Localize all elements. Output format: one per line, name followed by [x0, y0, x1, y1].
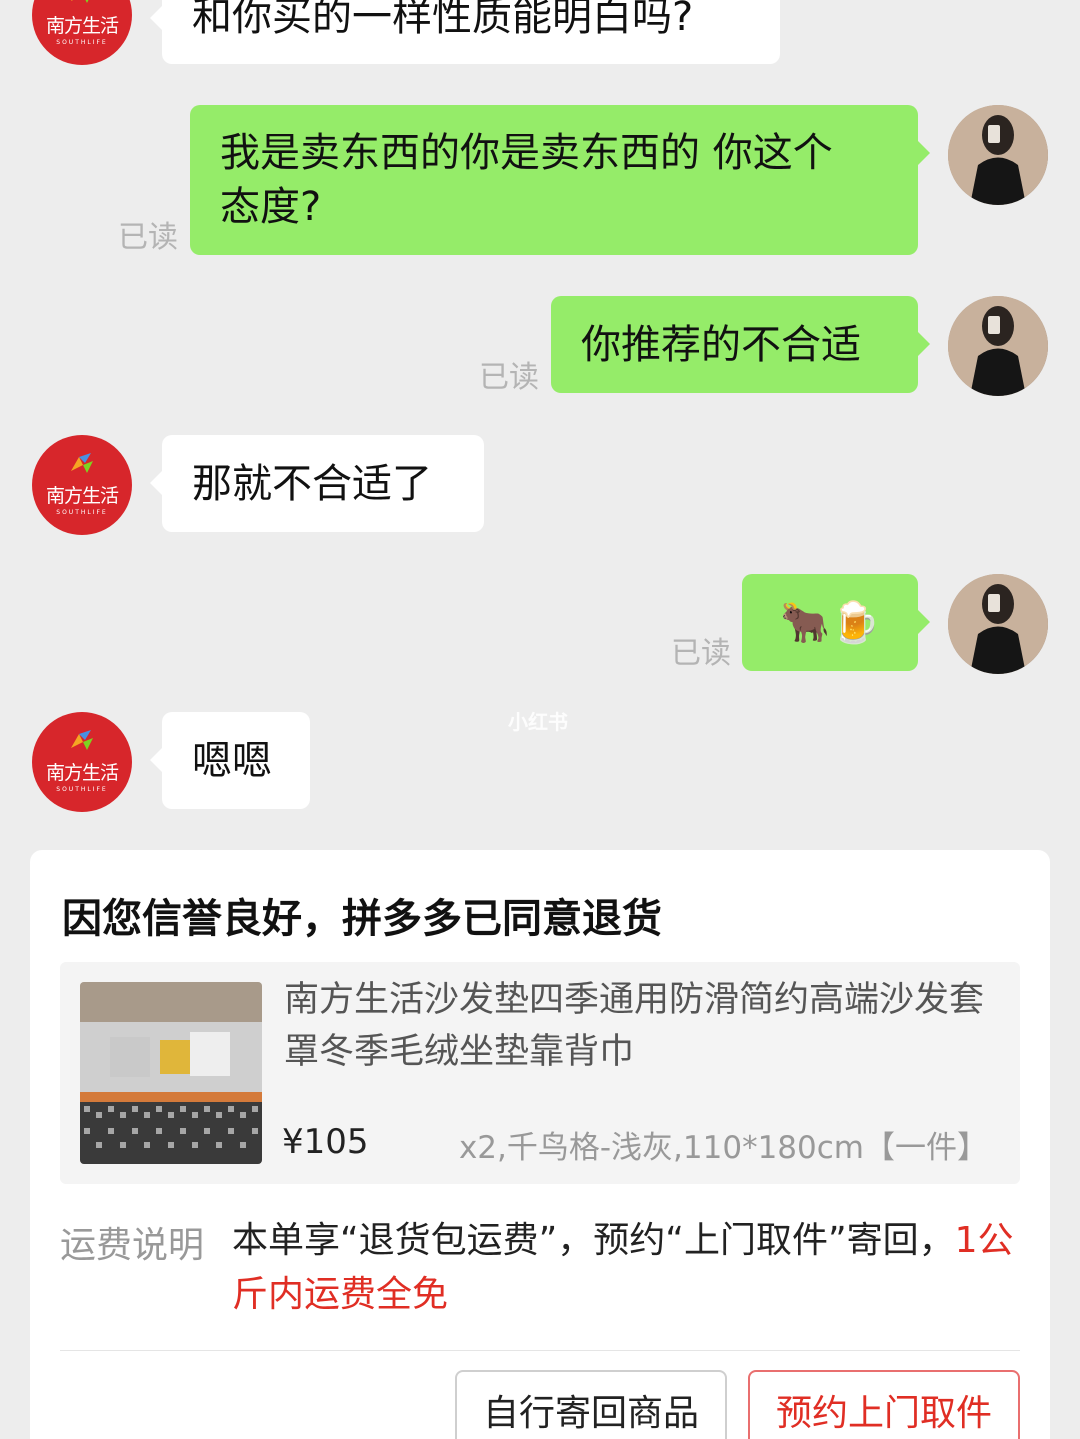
- schedule-pickup-button[interactable]: 预约上门取件: [748, 1370, 1020, 1439]
- read-receipt: 已读: [671, 636, 731, 671]
- message-bubble-incoming[interactable]: 和你买的一样性质能明白吗?: [150, 0, 780, 64]
- user-photo-icon: [948, 296, 1048, 396]
- bird-logo-icon: [71, 0, 89, 3]
- shop-logo-subtext: SOUTHLIFE: [56, 38, 108, 46]
- message-bubble-incoming[interactable]: 嗯嗯: [150, 712, 310, 809]
- shop-logo-subtext: SOUTHLIFE: [56, 508, 108, 516]
- shipping-label: 运费说明: [60, 1225, 205, 1266]
- bird-logo-icon: [71, 452, 93, 473]
- bird-logo-icon: [71, 729, 93, 750]
- read-receipt: 已读: [479, 360, 539, 395]
- refund-approval-card: 因您信誉良好，拼多多已同意退货 南方生活沙发垫四季通用防滑简约高端沙发套罩冬季毛…: [30, 850, 1050, 1439]
- user-avatar[interactable]: [948, 296, 1048, 396]
- message-text: 你推荐的不合适: [581, 321, 861, 368]
- product-row[interactable]: 南方生活沙发垫四季通用防滑简约高端沙发套罩冬季毛绒坐垫靠背巾 ¥105 x2,千…: [60, 962, 1020, 1184]
- user-avatar[interactable]: [948, 105, 1048, 205]
- shop-avatar[interactable]: 南方生活 SOUTHLIFE: [32, 435, 132, 535]
- shop-logo-text: 南方生活: [45, 14, 119, 37]
- message-bubble-incoming[interactable]: 那就不合适了: [150, 435, 484, 532]
- product-price: ¥105: [282, 1122, 369, 1162]
- shop-avatar[interactable]: 南方生活 SOUTHLIFE: [32, 0, 132, 65]
- message-text-line2: 态度?: [220, 184, 322, 230]
- product-spec: x2,千鸟格-浅灰,110*180cm【一件】: [458, 1130, 988, 1166]
- message-bubble-outgoing[interactable]: 我是卖东西的你是卖东西的 你这个 态度?: [190, 105, 930, 255]
- shop-avatar[interactable]: 南方生活 SOUTHLIFE: [32, 712, 132, 812]
- card-title: 因您信誉良好，拼多多已同意退货: [62, 896, 662, 942]
- self-return-button[interactable]: 自行寄回商品: [455, 1370, 727, 1439]
- message-text: 和你买的一样性质能明白吗?: [192, 0, 694, 40]
- message-text: 嗯嗯: [192, 737, 272, 784]
- divider: [60, 1350, 1020, 1351]
- message-bubble-outgoing[interactable]: 🐂🍺: [742, 574, 930, 671]
- product-image: [80, 982, 262, 1164]
- product-name: 南方生活沙发垫四季通用防滑简约高端沙发套罩冬季毛绒坐垫靠背巾: [284, 980, 985, 1072]
- shipping-text: 本单享“退货包运费”，预约“上门取件”寄回，: [232, 1220, 955, 1261]
- shipping-description: 本单享“退货包运费”，预约“上门取件”寄回，1公斤内运费全免: [232, 1214, 1032, 1322]
- message-text: 那就不合适了: [192, 460, 432, 507]
- shop-logo-subtext: SOUTHLIFE: [56, 785, 108, 793]
- user-avatar[interactable]: [948, 574, 1048, 674]
- user-photo-icon: [948, 105, 1048, 205]
- emoji-message: 🐂🍺: [780, 599, 880, 646]
- message-bubble-outgoing[interactable]: 你推荐的不合适: [551, 296, 930, 393]
- user-photo-icon: [948, 574, 1048, 674]
- shop-logo-text: 南方生活: [45, 761, 119, 784]
- watermark: 小红书: [508, 710, 568, 734]
- message-text-line1: 我是卖东西的你是卖东西的 你这个: [220, 130, 833, 176]
- read-receipt: 已读: [118, 220, 178, 255]
- sofa-cushion-icon: [80, 982, 262, 1164]
- shop-logo-text: 南方生活: [45, 484, 119, 507]
